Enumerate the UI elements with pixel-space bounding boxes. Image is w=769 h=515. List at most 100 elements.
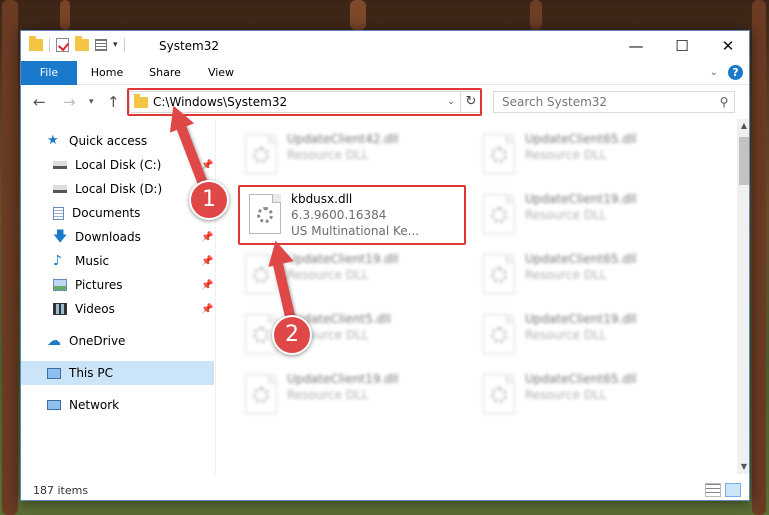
minimize-icon: — (628, 37, 644, 55)
file-description: Resource DLL (525, 328, 607, 342)
tab-view[interactable]: View (197, 61, 245, 85)
toolbar-divider (49, 38, 50, 52)
callout-badge-2: 2 (272, 315, 312, 355)
pin-icon[interactable]: 📌 (201, 232, 213, 243)
status-bar: 187 items (21, 479, 749, 500)
sidebar-item-documents[interactable]: Documents 📌 (21, 201, 214, 225)
background-tree (530, 0, 542, 30)
file-description: Resource DLL (525, 208, 607, 222)
network-icon (47, 400, 61, 410)
scroll-down-arrow-icon[interactable]: ▼ (737, 460, 749, 474)
file-description: Resource DLL (525, 148, 607, 162)
sidebar-item-network[interactable]: Network (21, 393, 214, 417)
file-description: Resource DLL (525, 388, 607, 402)
gear-icon (491, 207, 507, 223)
file-name: UpdateClient19.dll (525, 312, 637, 326)
back-arrow-icon[interactable]: ← (33, 93, 46, 111)
sidebar-item-label: Documents (72, 206, 141, 220)
file-item[interactable]: UpdateClient19.dll Resource DLL (475, 191, 700, 243)
scrollbar-thumb[interactable] (739, 137, 749, 185)
sidebar-item-label: Local Disk (C:) (75, 158, 162, 172)
search-icon: ⚲ (719, 95, 729, 109)
up-arrow-icon[interactable]: ↑ (107, 93, 120, 111)
file-item[interactable]: UpdateClient19.dll Resource DLL (237, 371, 462, 423)
explorer-window: ▾ System32 — ☐ ✕ File Home Share View ⌄ … (20, 30, 750, 501)
scroll-up-arrow-icon[interactable]: ▲ (737, 119, 749, 133)
new-folder-icon[interactable] (75, 36, 89, 51)
maximize-button[interactable]: ☐ (659, 31, 705, 61)
vertical-scrollbar[interactable]: ▲ ▼ (737, 119, 749, 474)
sidebar-item-downloads[interactable]: 🡇 Downloads 📌 (21, 225, 214, 249)
file-description: Resource DLL (287, 388, 369, 402)
drive-icon (53, 185, 67, 193)
tiles-view-icon[interactable] (725, 483, 741, 497)
title-bar: ▾ System32 — ☐ ✕ (21, 31, 749, 61)
pin-icon[interactable]: 📌 (201, 256, 213, 267)
pictures-icon (53, 279, 67, 291)
sidebar-item-label: OneDrive (69, 334, 126, 348)
search-placeholder: Search System32 (502, 95, 608, 109)
details-view-icon[interactable] (705, 483, 721, 497)
file-item[interactable]: UpdateClient19.dll Resource DLL (475, 311, 700, 363)
pin-icon[interactable]: 📌 (201, 280, 213, 291)
document-icon (53, 206, 64, 220)
sidebar-item-local-disk-d[interactable]: Local Disk (D:) 📌 (21, 177, 214, 201)
explorer-body: ★ Quick access Local Disk (C:) 📌 Local D… (21, 119, 749, 474)
tab-share[interactable]: Share (139, 61, 191, 85)
gear-icon (491, 387, 507, 403)
sidebar-item-local-disk-c[interactable]: Local Disk (C:) 📌 (21, 153, 214, 177)
file-list: UpdateClient42.dll Resource DLL kbdusx.dl… (217, 119, 737, 474)
gear-icon (491, 267, 507, 283)
background-tree (60, 0, 70, 30)
customize-toolbar-chevron-icon[interactable]: ▾ (113, 40, 118, 50)
background-tree (350, 0, 366, 30)
file-item[interactable]: UpdateClient65.dll Resource DLL (475, 371, 700, 423)
pin-icon[interactable]: 📌 (201, 304, 213, 315)
tab-file[interactable]: File (21, 61, 77, 85)
file-name: UpdateClient19.dll (287, 252, 399, 266)
sidebar-item-this-pc[interactable]: This PC (21, 361, 214, 385)
close-icon: ✕ (721, 37, 735, 55)
navigation-pane: ★ Quick access Local Disk (C:) 📌 Local D… (21, 119, 216, 474)
help-icon[interactable]: ? (728, 65, 743, 80)
background-tree (2, 0, 18, 515)
expand-ribbon-chevron-icon[interactable]: ⌄ (710, 67, 718, 78)
dll-file-icon (483, 194, 515, 234)
sidebar-item-label: Quick access (69, 134, 148, 148)
dll-file-icon (483, 134, 515, 174)
file-item[interactable]: UpdateClient65.dll Resource DLL (475, 131, 700, 183)
file-item[interactable]: UpdateClient65.dll Resource DLL (475, 251, 700, 303)
file-highlight-box (238, 185, 466, 245)
search-input[interactable]: Search System32 ⚲ (493, 91, 735, 113)
sidebar-item-label: Videos (75, 302, 115, 316)
sidebar-item-pictures[interactable]: Pictures 📌 (21, 273, 214, 297)
close-button[interactable]: ✕ (705, 31, 749, 61)
gear-icon (491, 327, 507, 343)
sidebar-item-label: Downloads (75, 230, 141, 244)
sidebar-item-label: Music (75, 254, 110, 268)
dll-file-icon (245, 134, 277, 174)
sidebar-item-onedrive[interactable]: ☁ OneDrive (21, 329, 214, 353)
minimize-button[interactable]: — (613, 31, 659, 61)
computer-icon (47, 367, 61, 379)
forward-arrow-icon[interactable]: → (63, 93, 76, 111)
file-name: UpdateClient19.dll (287, 372, 399, 386)
sidebar-item-label: Pictures (75, 278, 123, 292)
ribbon-controls: ⌄ ? (710, 65, 743, 80)
properties-icon[interactable] (95, 39, 107, 51)
toolbar-divider (123, 38, 125, 52)
sidebar-item-label: Network (69, 398, 120, 412)
sidebar-item-videos[interactable]: Videos 📌 (21, 297, 214, 321)
properties-check-icon[interactable] (56, 38, 69, 52)
tab-home[interactable]: Home (81, 61, 133, 85)
sidebar-item-music[interactable]: ♪ Music 📌 (21, 249, 214, 273)
drive-icon (53, 161, 67, 169)
file-description: Resource DLL (287, 268, 369, 282)
window-title: System32 (159, 39, 220, 53)
gear-icon (253, 267, 269, 283)
recent-locations-chevron-icon[interactable]: ▾ (89, 97, 94, 107)
file-item[interactable]: UpdateClient42.dll Resource DLL (237, 131, 462, 183)
download-icon: 🡇 (53, 229, 68, 245)
file-item[interactable]: UpdateClient5.dll Resource DLL (237, 311, 462, 363)
gear-icon (253, 327, 269, 343)
